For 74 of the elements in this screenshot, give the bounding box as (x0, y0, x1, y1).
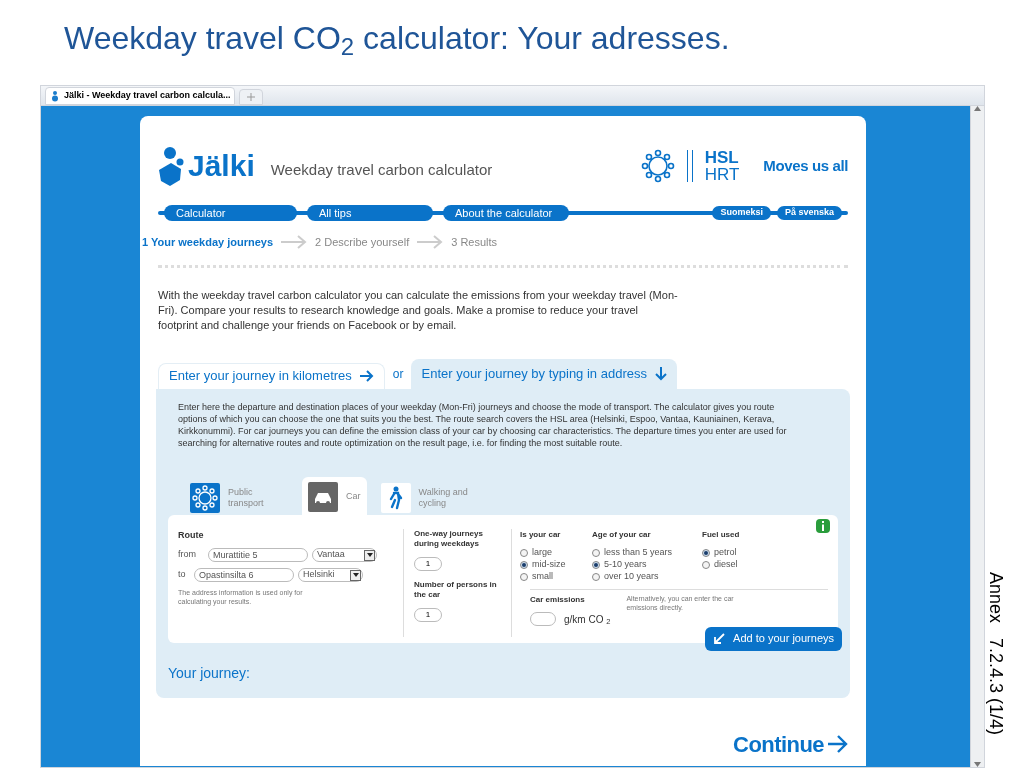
mode-tab[interactable]: Walking and cycling (374, 478, 485, 515)
option-label: less than 5 years (604, 545, 673, 559)
intro-paragraph: With the weekday travel carbon calculator you can calculate the emissions from your weekday travel (Mon-Fri). Compare your results to research knowledge and goals. Make a promise to reduce your travel footprint and challenge your friends on Facebook or by email. (158, 287, 678, 333)
route-label: to (178, 568, 187, 582)
browser-tab[interactable]: Jälki - Weekday travel carbon calcula... (45, 87, 236, 105)
step-label: 1 Your weekday journeys (142, 235, 274, 250)
radio-button[interactable] (702, 548, 710, 557)
slogan: Moves us all (763, 155, 848, 176)
language-link[interactable]: Suomeksi (712, 206, 771, 220)
step-label: 2 Describe yourself (315, 235, 410, 250)
annex-label: Annex 7.2.4.3 (1/4) (984, 570, 1007, 738)
slide-title: Weekday travel CO$_{2}$ calculator: Your adresses. (64, 22, 730, 54)
arrow-down-left-icon (713, 632, 726, 645)
option-label: mid-size (532, 557, 566, 571)
address-field[interactable]: Opastinsilta 6 (194, 568, 294, 582)
persons-field[interactable]: 1 (414, 607, 442, 622)
mode-tab[interactable]: Public transport (184, 478, 294, 515)
unit-label: g/km CO $_{2}$ (564, 612, 611, 627)
option-label: large (532, 545, 552, 559)
section-label: Car emissions (530, 593, 586, 606)
section-label: Number of persons in the car (414, 579, 498, 600)
your-journey-heading: Your journey: (168, 663, 251, 683)
scroll-down-icon[interactable] (974, 762, 981, 767)
hrt-logo-text: HRT (704, 166, 740, 183)
option-label: over 10 years (604, 569, 659, 583)
step-arrow-icon (417, 235, 444, 250)
or-label: or (392, 365, 404, 383)
language-link[interactable]: På svenska (776, 206, 842, 220)
entry-tab[interactable]: Enter your journey by typing in address (411, 358, 677, 389)
section-label: Age of your car (592, 528, 652, 541)
logo-text: Jälki (188, 151, 255, 181)
address-field[interactable]: Murattitie 5 (208, 548, 308, 562)
entry-tab[interactable]: Enter your journey in kilometres (158, 362, 385, 389)
nav-link[interactable]: About the calculator (443, 205, 569, 221)
footprint-icon (50, 90, 60, 102)
radio-button[interactable] (592, 560, 600, 569)
option-label: petrol (714, 545, 737, 559)
mode-tab[interactable]: Car (302, 476, 367, 515)
nav-link[interactable]: Calculator (164, 205, 297, 221)
option-label: 5-10 years (604, 557, 647, 571)
scrollbar[interactable] (970, 106, 984, 767)
info-icon[interactable] (816, 518, 830, 533)
radio-button[interactable] (592, 572, 600, 581)
step-arrow-icon (281, 235, 308, 250)
section-label: One-way journeys during weekdays (414, 528, 484, 549)
sun-icon (640, 149, 675, 183)
section-label: Fuel used (702, 528, 741, 541)
option-label: small (532, 569, 553, 583)
hsl-logo-text: HSL (704, 149, 740, 166)
route-label: from (178, 548, 197, 562)
continue-link[interactable]: Continue (733, 727, 848, 761)
radio-button[interactable] (520, 548, 528, 557)
arrow-down-icon (654, 366, 667, 381)
nav-link[interactable]: All tips (307, 205, 433, 221)
sun-icon (190, 482, 220, 513)
description-paragraph: Enter here the departure and destination places of your weekday (Mon-Fri) journeys and choose the mode of transport. The calculator gives you route options of which you can choose the one that suits you the best. The route search covers the HSL area (Helsinki, Espoo, Vantaa, Kauniainen, Kerava, Kirkkonummi). For car journeys you can define the emission class of your car by choosing car characteristics. The departure times you enter are used for searching for alternative routes and route optimization on the result page, i.e. for finding the most suitable route. (177, 400, 788, 449)
section-label: Is your car (520, 528, 562, 541)
radio-button[interactable] (592, 548, 600, 557)
journeys-field[interactable]: 1 (414, 556, 442, 571)
section-label: Route (178, 528, 205, 542)
add-to-journeys-button[interactable]: Add to your journeys (705, 626, 842, 651)
emissions-field[interactable] (530, 612, 556, 626)
site-subtitle: Weekday travel carbon calculator (270, 159, 493, 180)
arrow-right-icon (828, 735, 848, 753)
radio-button[interactable] (520, 560, 528, 569)
plus-icon (247, 93, 256, 101)
option-label: diesel (714, 557, 738, 571)
radio-button[interactable] (520, 572, 528, 581)
step-label: 3 Results (451, 235, 498, 250)
walking-person-icon (380, 482, 411, 513)
radio-button[interactable] (702, 560, 710, 569)
logo-icon (158, 146, 184, 186)
arrow-right-icon (359, 370, 374, 382)
car-icon (308, 481, 338, 512)
